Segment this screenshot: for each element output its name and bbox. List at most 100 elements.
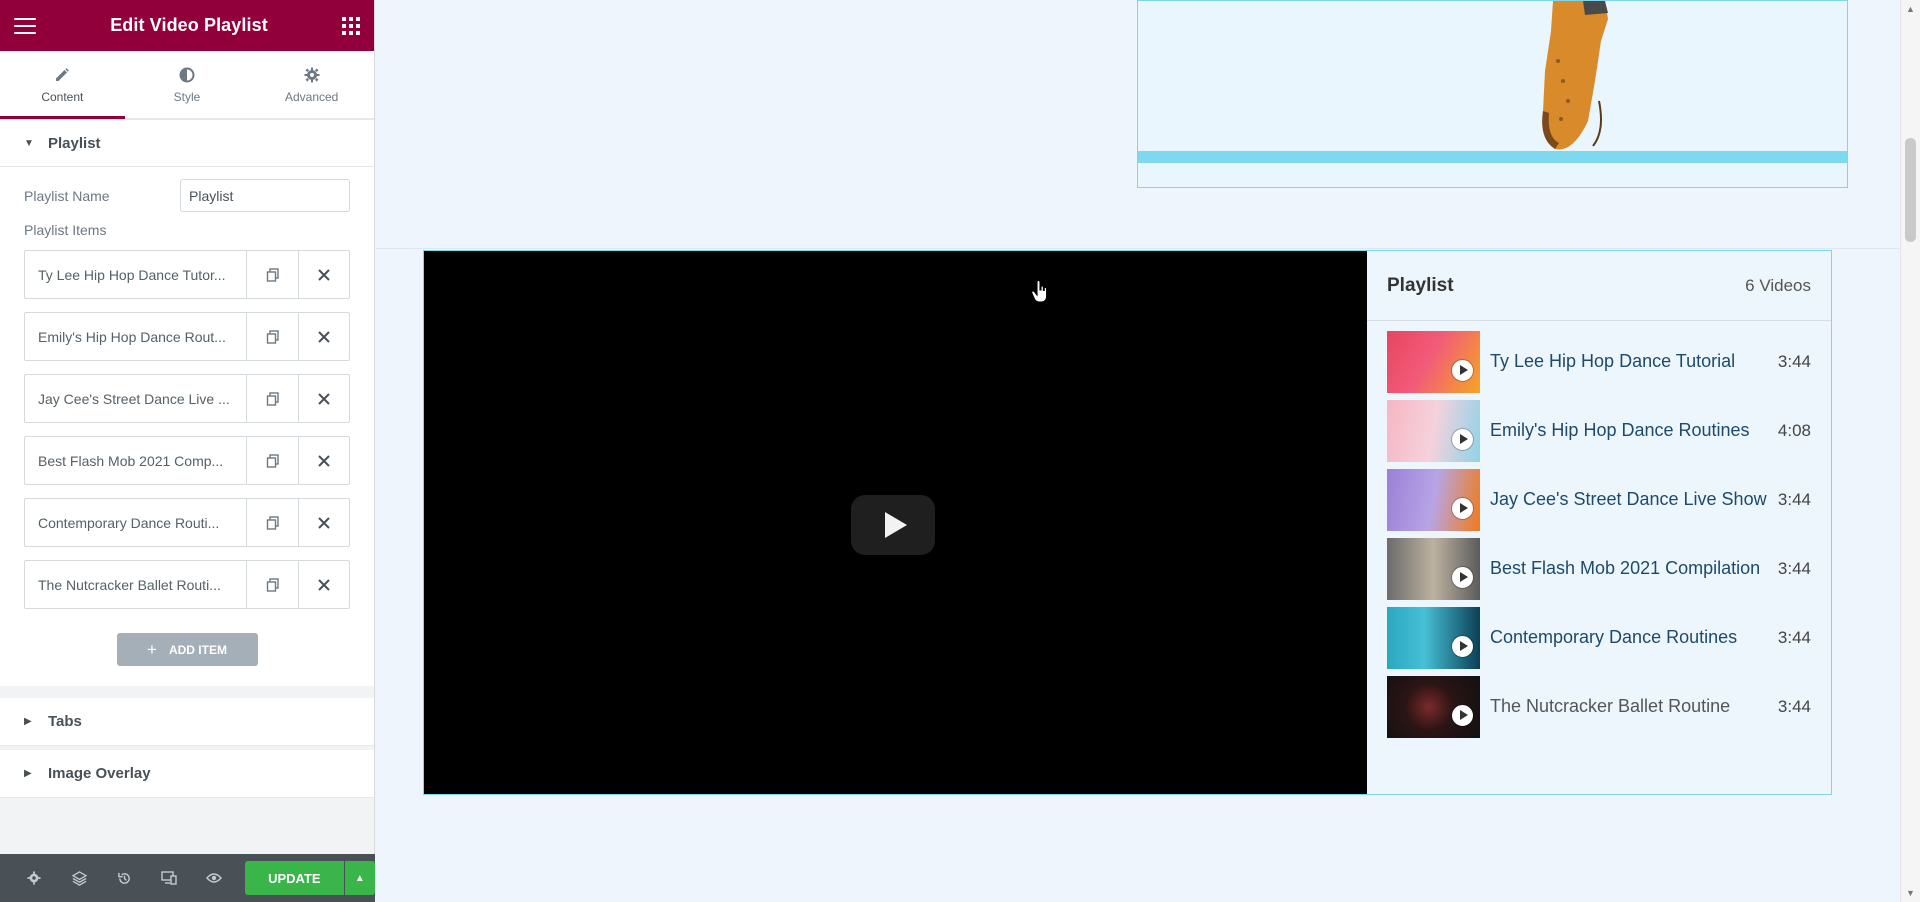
repeater-item-label: Best Flash Mob 2021 Comp...: [38, 452, 224, 469]
repeater-item: The Nutcracker Ballet Routi...: [24, 560, 350, 609]
repeater-item: Best Flash Mob 2021 Comp...: [24, 436, 350, 485]
playlist-title: Playlist: [1387, 274, 1454, 296]
video-player[interactable]: [424, 251, 1367, 794]
tab-style[interactable]: Style: [125, 51, 250, 118]
playlist-sidebar: Playlist 6 Videos Ty Lee Hip Hop Dance T…: [1367, 251, 1831, 794]
video-duration: 3:44: [1777, 489, 1811, 509]
repeater-item: Emily's Hip Hop Dance Rout...: [24, 312, 350, 361]
video-name: Emily's Hip Hop Dance Routines: [1490, 420, 1750, 440]
hand-cursor-icon: [1031, 280, 1048, 303]
widgets-grid-icon[interactable]: [342, 16, 360, 35]
tab-content-label: Content: [41, 89, 84, 104]
repeater-item-label: Contemporary Dance Routi...: [38, 514, 220, 531]
remove-icon[interactable]: [298, 437, 349, 484]
playlist-video-item[interactable]: Ty Lee Hip Hop Dance Tutorial 3:44: [1387, 327, 1811, 396]
playlist-video-item[interactable]: Jay Cee's Street Dance Live Show 3:44: [1387, 465, 1811, 534]
duplicate-icon[interactable]: [247, 437, 298, 484]
playlist-name-label: Playlist Name: [24, 187, 110, 204]
section-tabs-toggle[interactable]: ▶ Tabs: [0, 698, 374, 746]
youtube-play-button[interactable]: [851, 495, 935, 555]
navigator-layers-icon[interactable]: [57, 854, 102, 902]
preview-eye-icon[interactable]: [192, 854, 237, 902]
elementor-editor: Edit Video Playlist Content Style Advanc…: [0, 0, 1920, 902]
settings-icon[interactable]: [12, 854, 57, 902]
caret-right-icon: ▶: [24, 768, 32, 779]
playlist-video-item[interactable]: Contemporary Dance Routines 3:44: [1387, 603, 1811, 672]
section-playlist-toggle[interactable]: ▼ Playlist: [0, 119, 374, 167]
play-circle-icon: [1452, 635, 1473, 657]
editor-panel: Edit Video Playlist Content Style Advanc…: [0, 0, 375, 902]
section-playlist-body: Playlist Name Playlist Items Ty Lee Hip …: [0, 167, 374, 686]
remove-icon[interactable]: [298, 561, 349, 608]
tab-advanced[interactable]: Advanced: [249, 51, 374, 118]
video-duration: 4:08: [1777, 420, 1811, 440]
duplicate-icon[interactable]: [247, 313, 298, 360]
video-thumbnail: [1387, 468, 1480, 531]
menu-icon[interactable]: [14, 17, 36, 34]
video-thumbnail: [1387, 330, 1480, 393]
playlist-list: Ty Lee Hip Hop Dance Tutorial 3:44 Emily…: [1367, 321, 1831, 741]
scrollbar-thumb[interactable]: [1905, 138, 1916, 242]
section-image-overlay-toggle[interactable]: ▶ Image Overlay: [0, 750, 374, 798]
duplicate-icon[interactable]: [247, 375, 298, 422]
video-name: Jay Cee's Street Dance Live Show: [1490, 489, 1767, 509]
play-circle-icon: [1452, 359, 1473, 381]
plus-icon: +: [147, 639, 157, 659]
repeater-item-title[interactable]: Contemporary Dance Routi...: [25, 499, 247, 546]
repeater-item-title[interactable]: Jay Cee's Street Dance Live ...: [25, 375, 247, 422]
duplicate-icon[interactable]: [247, 251, 298, 298]
video-thumbnail: [1387, 537, 1480, 600]
preview-canvas: Playlist 6 Videos Ty Lee Hip Hop Dance T…: [376, 0, 1920, 902]
repeater-item-title[interactable]: Best Flash Mob 2021 Comp...: [25, 437, 247, 484]
remove-icon[interactable]: [298, 499, 349, 546]
responsive-mode-icon[interactable]: [147, 854, 192, 902]
repeater-item: Ty Lee Hip Hop Dance Tutor...: [24, 250, 350, 299]
scroll-down-arrow-icon[interactable]: ▼: [1906, 888, 1915, 898]
video-thumbnail: [1387, 399, 1480, 462]
update-button[interactable]: UPDATE: [244, 861, 344, 895]
play-circle-icon: [1452, 566, 1473, 588]
caret-down-icon: ▼: [24, 137, 34, 149]
repeater-item-title[interactable]: Emily's Hip Hop Dance Rout...: [25, 313, 247, 360]
image-widget-bar: [1138, 151, 1847, 163]
vertical-scrollbar[interactable]: ▲ ▼: [1900, 0, 1920, 902]
remove-icon[interactable]: [298, 251, 349, 298]
panel-header: Edit Video Playlist: [0, 0, 374, 51]
video-playlist-widget: Playlist 6 Videos Ty Lee Hip Hop Dance T…: [423, 250, 1832, 795]
tab-style-label: Style: [173, 89, 201, 104]
video-duration: 3:44: [1777, 351, 1811, 371]
add-item-button[interactable]: + ADD ITEM: [116, 633, 258, 666]
remove-icon[interactable]: [298, 313, 349, 360]
image-widget[interactable]: [1137, 0, 1848, 188]
playlist-video-item[interactable]: Emily's Hip Hop Dance Routines 4:08: [1387, 396, 1811, 465]
pencil-icon: [54, 66, 70, 84]
section-image-overlay-title: Image Overlay: [48, 765, 151, 782]
video-name: Contemporary Dance Routines: [1490, 627, 1738, 647]
remove-icon[interactable]: [298, 375, 349, 422]
repeater-item-label: Jay Cee's Street Dance Live ...: [38, 390, 230, 407]
section-playlist-title: Playlist: [48, 134, 101, 152]
repeater-item-title[interactable]: Ty Lee Hip Hop Dance Tutor...: [25, 251, 247, 298]
tab-content[interactable]: Content: [0, 51, 125, 119]
panel-controls: ▼ Playlist Playlist Name Playlist Items …: [0, 119, 374, 854]
duplicate-icon[interactable]: [247, 499, 298, 546]
video-duration: 3:44: [1777, 627, 1811, 647]
save-options-caret-icon[interactable]: ▲: [344, 861, 375, 895]
repeater-item-title[interactable]: The Nutcracker Ballet Routi...: [25, 561, 247, 608]
playlist-items-label: Playlist Items: [24, 222, 107, 238]
caret-right-icon: ▶: [24, 716, 32, 727]
playlist-video-item[interactable]: Best Flash Mob 2021 Compilation 3:44: [1387, 534, 1811, 603]
video-name: The Nutcracker Ballet Routine: [1490, 696, 1731, 716]
play-circle-icon: [1452, 497, 1473, 519]
playlist-name-row: Playlist Name: [24, 179, 350, 212]
playlist-video-item[interactable]: The Nutcracker Ballet Routine 3:44: [1387, 672, 1811, 741]
history-icon[interactable]: [102, 854, 147, 902]
repeater-item: Jay Cee's Street Dance Live ...: [24, 374, 350, 423]
video-duration: 3:44: [1777, 558, 1811, 578]
repeater-item-label: The Nutcracker Ballet Routi...: [38, 576, 221, 593]
section-gap: [0, 686, 374, 698]
duplicate-icon[interactable]: [247, 561, 298, 608]
playlist-items-repeater: Ty Lee Hip Hop Dance Tutor... Emily's Hi…: [24, 250, 350, 609]
scroll-up-arrow-icon[interactable]: ▲: [1906, 4, 1915, 14]
playlist-name-input[interactable]: [180, 179, 350, 212]
